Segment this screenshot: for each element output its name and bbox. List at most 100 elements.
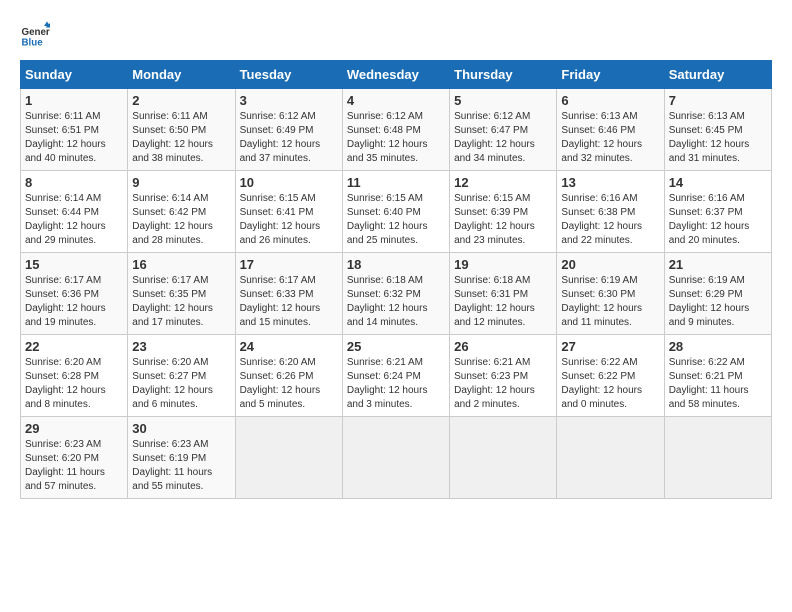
day-info: Sunrise: 6:17 AM Sunset: 6:35 PM Dayligh… [132, 274, 230, 330]
calendar-cell: 21 Sunrise: 6:19 AM Sunset: 6:29 PM Dayli… [664, 253, 771, 335]
day-info: Sunrise: 6:21 AM Sunset: 6:23 PM Dayligh… [454, 356, 552, 412]
day-info: Sunrise: 6:18 AM Sunset: 6:32 PM Dayligh… [347, 274, 445, 330]
col-header-thursday: Thursday [450, 61, 557, 89]
day-number: 16 [132, 257, 230, 272]
calendar-cell: 7 Sunrise: 6:13 AM Sunset: 6:45 PM Daylig… [664, 89, 771, 171]
day-number: 4 [347, 93, 445, 108]
calendar-cell: 29 Sunrise: 6:23 AM Sunset: 6:20 PM Dayli… [21, 417, 128, 499]
logo-icon: General Blue [20, 20, 50, 50]
calendar-week-row: 22 Sunrise: 6:20 AM Sunset: 6:28 PM Dayli… [21, 335, 772, 417]
day-info: Sunrise: 6:15 AM Sunset: 6:41 PM Dayligh… [240, 192, 338, 248]
svg-text:General: General [22, 27, 51, 38]
day-number: 12 [454, 175, 552, 190]
calendar-cell [342, 417, 449, 499]
calendar-header-row: SundayMondayTuesdayWednesdayThursdayFrid… [21, 61, 772, 89]
day-number: 1 [25, 93, 123, 108]
day-info: Sunrise: 6:12 AM Sunset: 6:49 PM Dayligh… [240, 110, 338, 166]
day-number: 25 [347, 339, 445, 354]
calendar-cell: 28Sunrise: 6:22 AM Sunset: 6:21 PM Dayli… [664, 335, 771, 417]
calendar-cell: 11 Sunrise: 6:15 AM Sunset: 6:40 PM Dayli… [342, 171, 449, 253]
page-header: General Blue [20, 20, 772, 50]
day-info: Sunrise: 6:16 AM Sunset: 6:38 PM Dayligh… [561, 192, 659, 248]
calendar-cell: 4Sunrise: 6:12 AM Sunset: 6:48 PM Daylig… [342, 89, 449, 171]
day-number: 23 [132, 339, 230, 354]
calendar-cell [450, 417, 557, 499]
day-info: Sunrise: 6:11 AM Sunset: 6:50 PM Dayligh… [132, 110, 230, 166]
day-info: Sunrise: 6:18 AM Sunset: 6:31 PM Dayligh… [454, 274, 552, 330]
calendar-cell: 8 Sunrise: 6:14 AM Sunset: 6:44 PM Daylig… [21, 171, 128, 253]
logo: General Blue [20, 20, 50, 50]
col-header-wednesday: Wednesday [342, 61, 449, 89]
calendar-cell: 2 Sunrise: 6:11 AM Sunset: 6:50 PM Daylig… [128, 89, 235, 171]
calendar-cell: 14 Sunrise: 6:16 AM Sunset: 6:37 PM Dayli… [664, 171, 771, 253]
calendar-cell: 19 Sunrise: 6:18 AM Sunset: 6:31 PM Dayli… [450, 253, 557, 335]
day-number: 17 [240, 257, 338, 272]
day-info: Sunrise: 6:20 AM Sunset: 6:27 PM Dayligh… [132, 356, 230, 412]
day-number: 21 [669, 257, 767, 272]
calendar-cell: 13 Sunrise: 6:16 AM Sunset: 6:38 PM Dayli… [557, 171, 664, 253]
day-number: 3 [240, 93, 338, 108]
day-number: 30 [132, 421, 230, 436]
day-number: 8 [25, 175, 123, 190]
day-info: Sunrise: 6:20 AM Sunset: 6:26 PM Dayligh… [240, 356, 338, 412]
day-number: 2 [132, 93, 230, 108]
day-info: Sunrise: 6:15 AM Sunset: 6:39 PM Dayligh… [454, 192, 552, 248]
svg-text:Blue: Blue [22, 38, 44, 49]
day-info: Sunrise: 6:22 AM Sunset: 6:21 PM Dayligh… [669, 356, 767, 412]
calendar-cell: 18 Sunrise: 6:18 AM Sunset: 6:32 PM Dayli… [342, 253, 449, 335]
calendar-cell: 3 Sunrise: 6:12 AM Sunset: 6:49 PM Daylig… [235, 89, 342, 171]
day-number: 20 [561, 257, 659, 272]
day-info: Sunrise: 6:17 AM Sunset: 6:33 PM Dayligh… [240, 274, 338, 330]
day-info: Sunrise: 6:21 AM Sunset: 6:24 PM Dayligh… [347, 356, 445, 412]
day-number: 13 [561, 175, 659, 190]
day-info: Sunrise: 6:19 AM Sunset: 6:30 PM Dayligh… [561, 274, 659, 330]
col-header-friday: Friday [557, 61, 664, 89]
day-info: Sunrise: 6:23 AM Sunset: 6:19 PM Dayligh… [132, 438, 230, 494]
calendar-cell: 9 Sunrise: 6:14 AM Sunset: 6:42 PM Daylig… [128, 171, 235, 253]
calendar-cell: 1 Sunrise: 6:11 AM Sunset: 6:51 PM Daylig… [21, 89, 128, 171]
calendar-cell: 25 Sunrise: 6:21 AM Sunset: 6:24 PM Dayli… [342, 335, 449, 417]
day-number: 24 [240, 339, 338, 354]
day-number: 14 [669, 175, 767, 190]
day-number: 29 [25, 421, 123, 436]
day-number: 22 [25, 339, 123, 354]
calendar-cell: 6 Sunrise: 6:13 AM Sunset: 6:46 PM Daylig… [557, 89, 664, 171]
day-number: 7 [669, 93, 767, 108]
calendar-cell: 26 Sunrise: 6:21 AM Sunset: 6:23 PM Dayli… [450, 335, 557, 417]
calendar-cell: 5 Sunrise: 6:12 AM Sunset: 6:47 PM Daylig… [450, 89, 557, 171]
day-info: Sunrise: 6:22 AM Sunset: 6:22 PM Dayligh… [561, 356, 659, 412]
day-info: Sunrise: 6:13 AM Sunset: 6:45 PM Dayligh… [669, 110, 767, 166]
calendar-cell: 10Sunrise: 6:15 AM Sunset: 6:41 PM Dayli… [235, 171, 342, 253]
day-number: 19 [454, 257, 552, 272]
day-info: Sunrise: 6:19 AM Sunset: 6:29 PM Dayligh… [669, 274, 767, 330]
day-info: Sunrise: 6:17 AM Sunset: 6:36 PM Dayligh… [25, 274, 123, 330]
calendar-cell: 12 Sunrise: 6:15 AM Sunset: 6:39 PM Dayli… [450, 171, 557, 253]
day-info: Sunrise: 6:14 AM Sunset: 6:44 PM Dayligh… [25, 192, 123, 248]
day-info: Sunrise: 6:16 AM Sunset: 6:37 PM Dayligh… [669, 192, 767, 248]
day-number: 6 [561, 93, 659, 108]
calendar-cell: 17 Sunrise: 6:17 AM Sunset: 6:33 PM Dayli… [235, 253, 342, 335]
day-number: 5 [454, 93, 552, 108]
day-info: Sunrise: 6:13 AM Sunset: 6:46 PM Dayligh… [561, 110, 659, 166]
col-header-monday: Monday [128, 61, 235, 89]
day-number: 9 [132, 175, 230, 190]
day-number: 11 [347, 175, 445, 190]
day-info: Sunrise: 6:20 AM Sunset: 6:28 PM Dayligh… [25, 356, 123, 412]
day-info: Sunrise: 6:11 AM Sunset: 6:51 PM Dayligh… [25, 110, 123, 166]
col-header-tuesday: Tuesday [235, 61, 342, 89]
col-header-saturday: Saturday [664, 61, 771, 89]
day-info: Sunrise: 6:14 AM Sunset: 6:42 PM Dayligh… [132, 192, 230, 248]
day-info: Sunrise: 6:12 AM Sunset: 6:47 PM Dayligh… [454, 110, 552, 166]
calendar-cell [235, 417, 342, 499]
calendar-cell [664, 417, 771, 499]
day-info: Sunrise: 6:23 AM Sunset: 6:20 PM Dayligh… [25, 438, 123, 494]
day-info: Sunrise: 6:15 AM Sunset: 6:40 PM Dayligh… [347, 192, 445, 248]
calendar-week-row: 8 Sunrise: 6:14 AM Sunset: 6:44 PM Daylig… [21, 171, 772, 253]
calendar-week-row: 15Sunrise: 6:17 AM Sunset: 6:36 PM Dayli… [21, 253, 772, 335]
day-number: 18 [347, 257, 445, 272]
calendar-cell: 16 Sunrise: 6:17 AM Sunset: 6:35 PM Dayli… [128, 253, 235, 335]
calendar-week-row: 29 Sunrise: 6:23 AM Sunset: 6:20 PM Dayli… [21, 417, 772, 499]
calendar-cell: 20 Sunrise: 6:19 AM Sunset: 6:30 PM Dayli… [557, 253, 664, 335]
calendar-cell: 30 Sunrise: 6:23 AM Sunset: 6:19 PM Dayli… [128, 417, 235, 499]
day-number: 26 [454, 339, 552, 354]
